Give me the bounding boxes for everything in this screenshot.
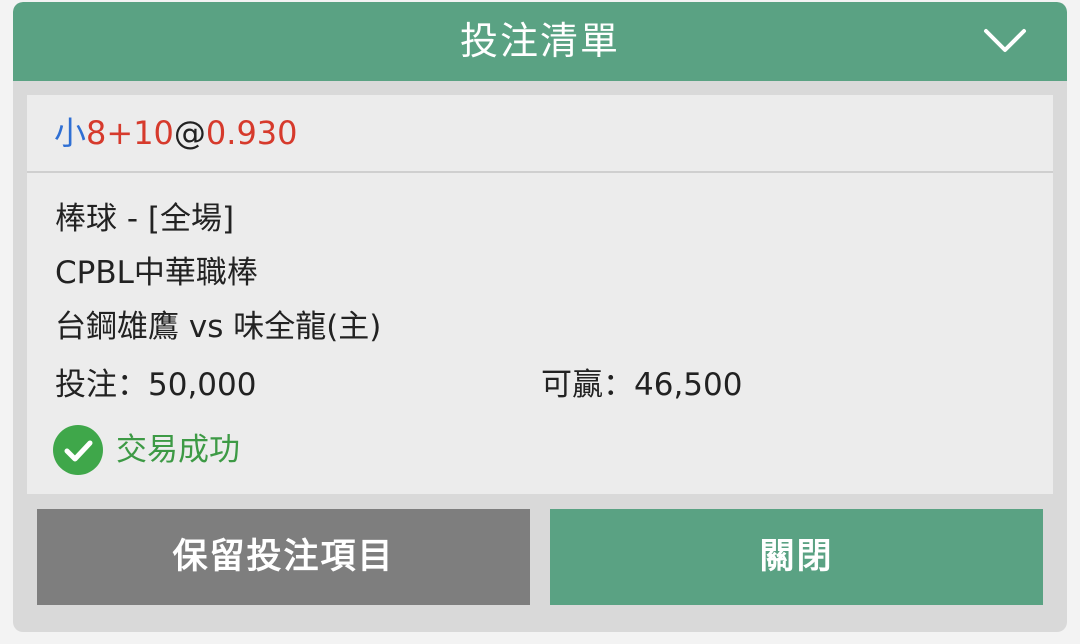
selection-at: @	[173, 114, 206, 152]
close-button[interactable]: 關閉	[550, 509, 1043, 605]
stake-amount: 投注：50,000	[55, 367, 257, 403]
league-name: CPBL中華職棒	[55, 255, 258, 291]
selection-line: 8+10	[86, 114, 174, 152]
selection-side: 小	[54, 114, 87, 152]
check-circle-icon	[53, 425, 103, 475]
potential-win: 可贏：46,500	[541, 367, 743, 403]
selection-odds: 0.930	[205, 114, 298, 152]
chevron-down-icon[interactable]	[983, 26, 1027, 56]
bet-slip-panel: 投注清單 小8+10@0.930 棒球 - [全場] CPBL中華職棒 台鋼雄鷹…	[13, 2, 1067, 632]
sport-market: 棒球 - [全場]	[55, 201, 235, 237]
bet-details: 棒球 - [全場] CPBL中華職棒 台鋼雄鷹 vs 味全龍(主) 投注：50,…	[27, 173, 1053, 494]
bet-slip-title: 投注清單	[459, 19, 620, 63]
bet-selection-row: 小8+10@0.930	[27, 95, 1053, 171]
match-name: 台鋼雄鷹 vs 味全龍(主)	[55, 309, 382, 345]
keep-selections-button[interactable]: 保留投注項目	[37, 509, 530, 605]
bet-slip-header[interactable]: 投注清單	[13, 2, 1067, 81]
bet-selection: 小8+10@0.930	[54, 95, 298, 171]
status-text: 交易成功	[116, 432, 240, 468]
